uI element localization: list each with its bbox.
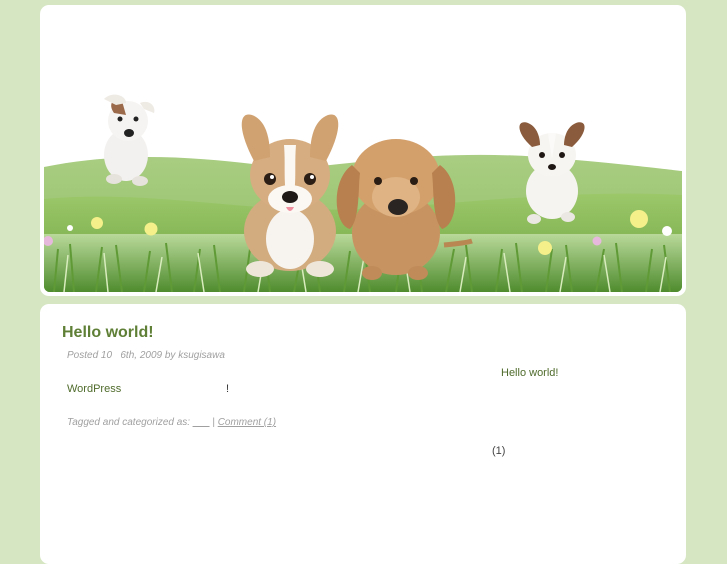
post-body-link[interactable]: WordPress xyxy=(67,383,121,395)
post-meta: Posted 10 6th, 2009 by ksugisawa xyxy=(67,350,225,361)
comment-link[interactable]: Comment (1) xyxy=(218,417,276,428)
header-banner-image xyxy=(44,9,682,292)
post-body-text: ! xyxy=(226,383,230,395)
post-title[interactable]: Hello world! xyxy=(62,324,154,342)
post-content-card: Hello world! Posted 10 6th, 2009 by ksug… xyxy=(40,304,686,564)
comment-count[interactable]: (1) xyxy=(492,445,505,457)
header-banner-card xyxy=(40,5,686,296)
tagged-label: Tagged and categorized as: xyxy=(67,417,193,428)
post-footer: Tagged and categorized as: ___ | Comment… xyxy=(67,417,276,428)
footer-separator: | xyxy=(209,417,218,428)
recent-post-link[interactable]: Hello world! xyxy=(501,367,558,379)
tag-link[interactable]: ___ xyxy=(193,417,210,428)
